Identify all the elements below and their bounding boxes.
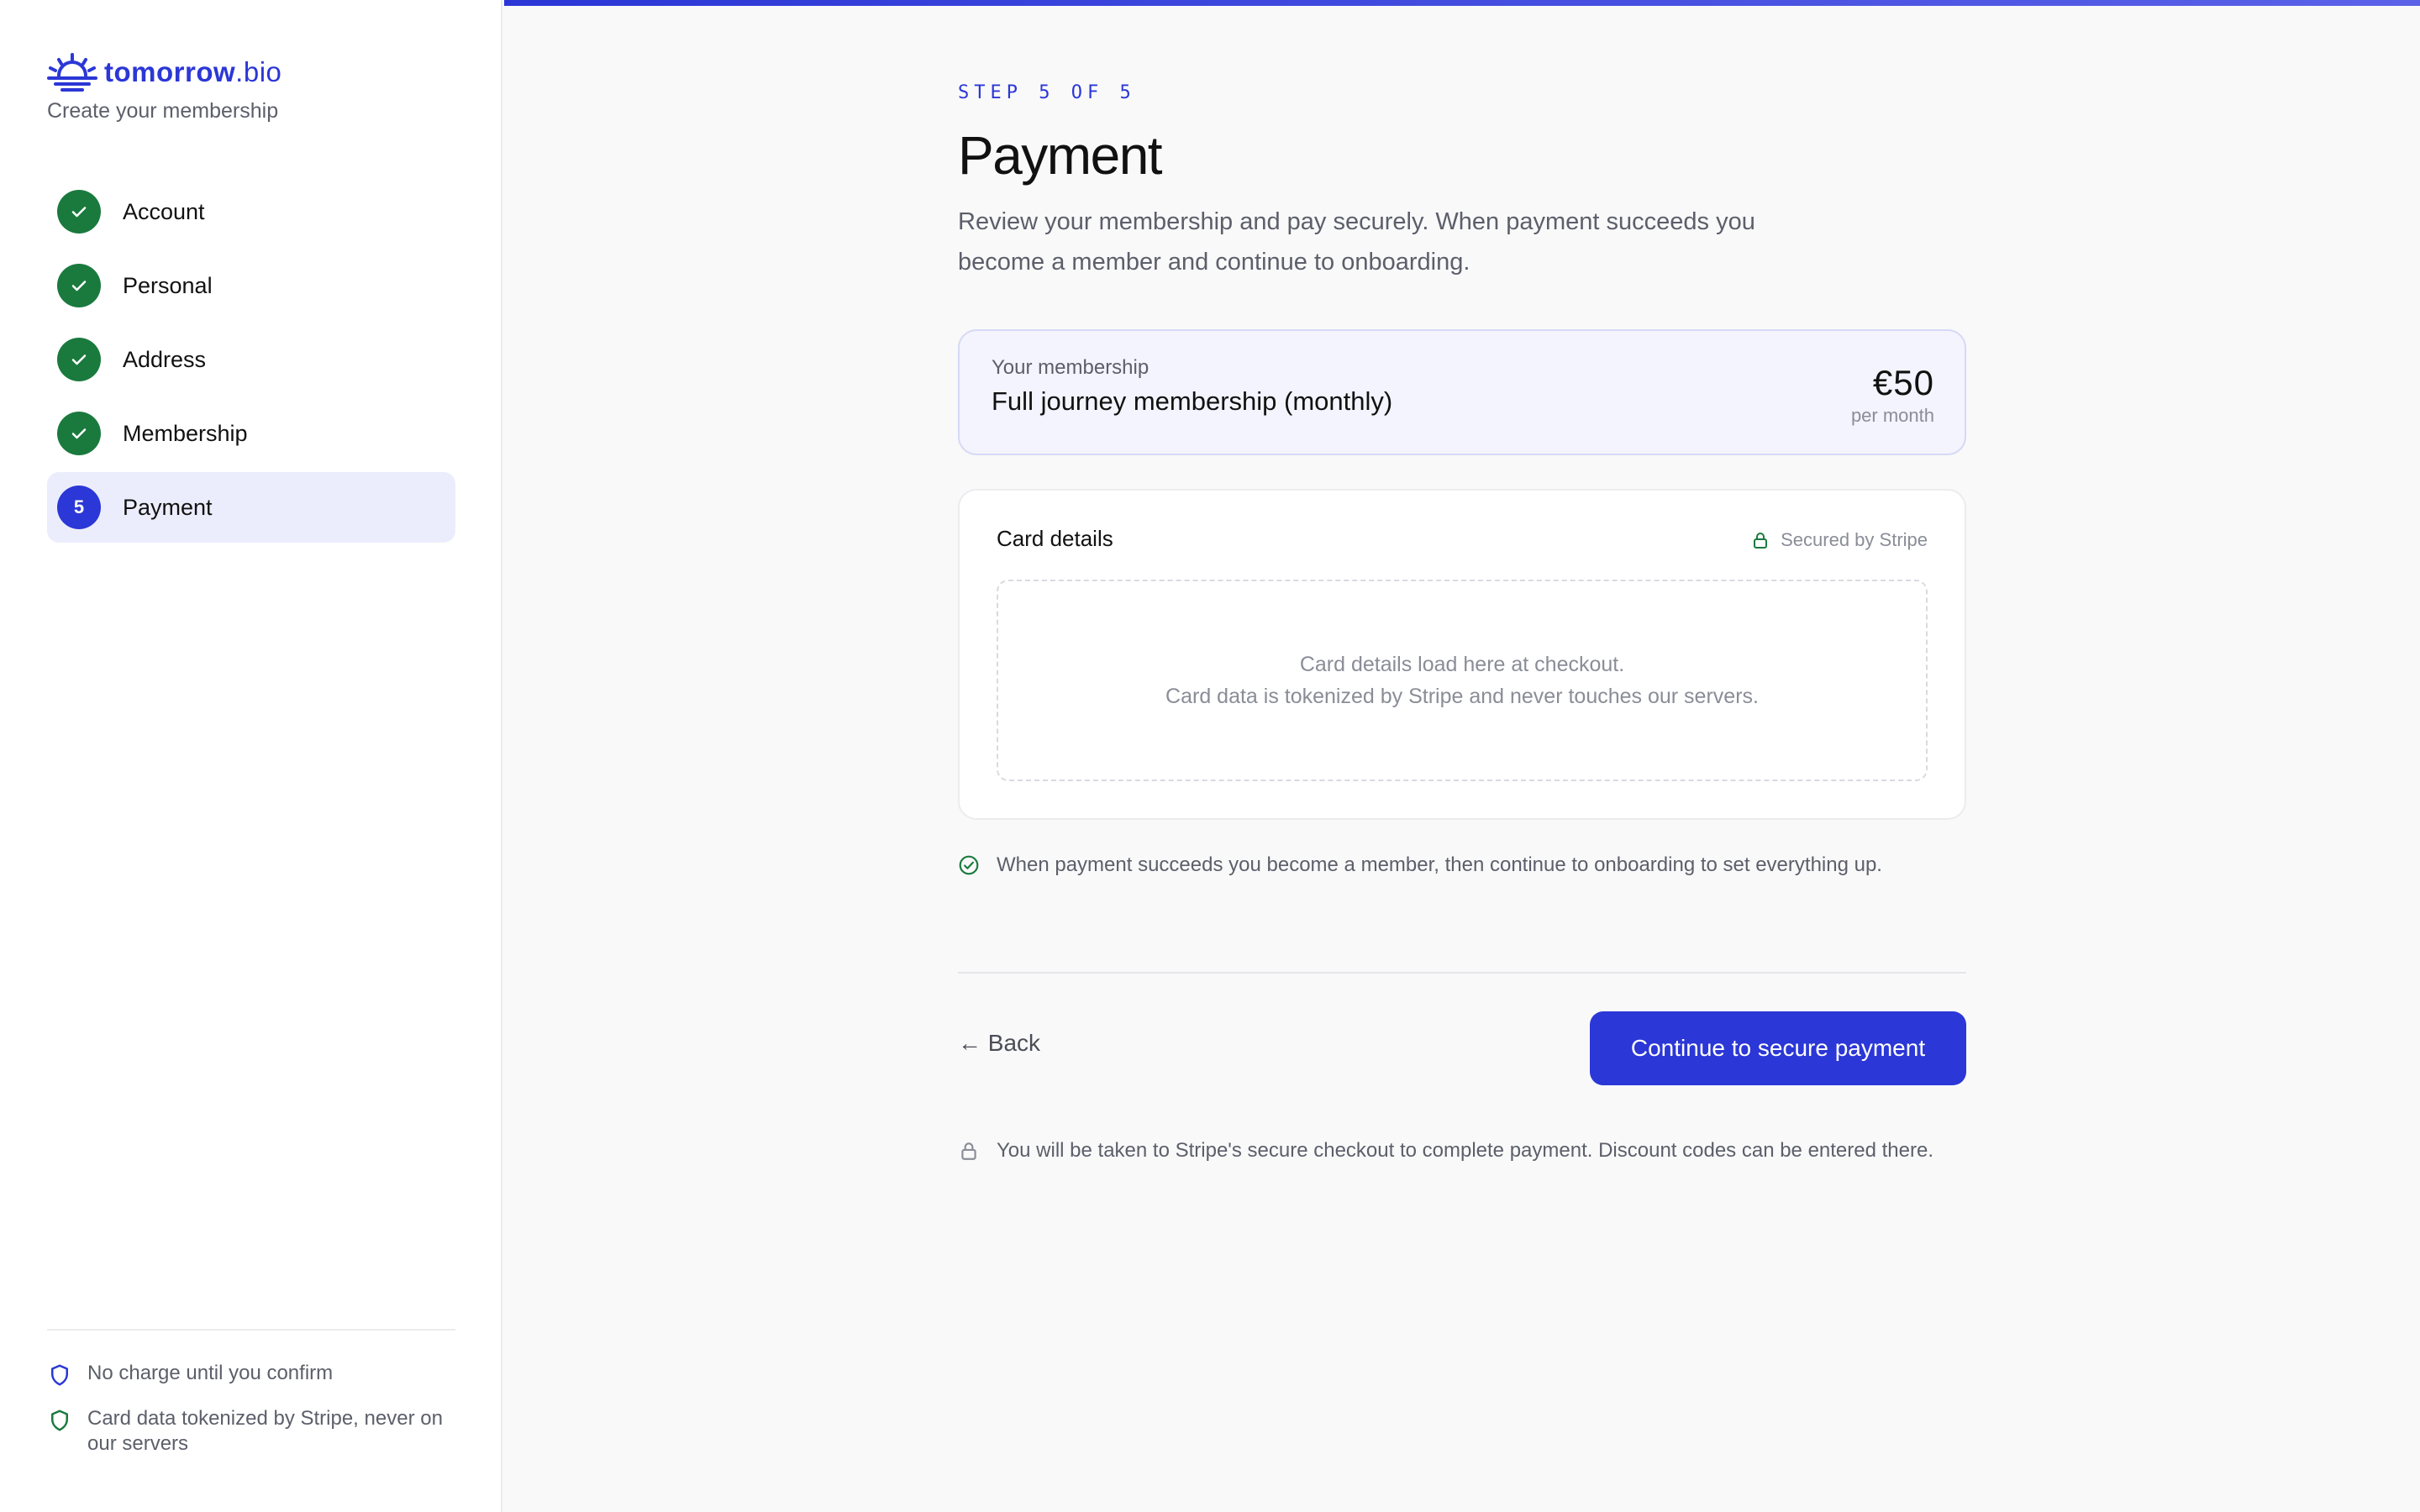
membership-label: Your membership — [992, 356, 1150, 379]
card-details-title: Card details — [997, 526, 1113, 551]
step-account[interactable]: Account — [47, 176, 455, 247]
card-placeholder-line: Card details load here at checkout. — [1299, 653, 1625, 676]
check-circle-icon — [959, 855, 979, 875]
step-address[interactable]: Address — [47, 324, 455, 395]
sidebar-divider — [47, 1329, 455, 1331]
card-details-panel: Card details Secured by Stripe Card deta… — [958, 489, 1966, 820]
step-label: Account — [123, 198, 205, 224]
trust-text: No charge until you confirm — [87, 1362, 334, 1384]
step-payment[interactable]: 5 Payment — [47, 472, 455, 543]
checkout-note-text: You will be taken to Stripe's secure che… — [997, 1139, 1934, 1162]
step-kicker: STEP 5 OF 5 — [958, 82, 1136, 103]
progress-bar — [504, 0, 2420, 6]
step-label: Payment — [123, 494, 213, 520]
brand-name: tomorrow.bio — [104, 56, 282, 87]
brand-subtitle: Create your membership — [47, 99, 279, 123]
step-personal[interactable]: Personal — [47, 250, 455, 321]
actions-divider — [958, 972, 1966, 974]
checkout-note: You will be taken to Stripe's secure che… — [958, 1139, 1933, 1163]
card-element-placeholder[interactable]: Card details load here at checkout. Card… — [997, 580, 1928, 781]
card-placeholder-line: Card data is tokenized by Stripe and nev… — [1165, 685, 1759, 708]
brand-logo[interactable]: tomorrow.bio — [47, 52, 281, 92]
step-label: Address — [123, 346, 207, 372]
trust-text: Card data tokenized by Stripe, never on … — [87, 1407, 443, 1455]
sunrise-logo-icon — [47, 53, 97, 92]
page-title: Payment — [958, 125, 1163, 186]
lock-icon — [961, 1142, 976, 1160]
membership-plan: Full journey membership (monthly) — [992, 386, 1393, 416]
membership-price: €50 — [1872, 363, 1934, 402]
lock-icon — [1754, 533, 1768, 549]
trust-item: No charge until you confirm — [47, 1361, 455, 1388]
step-label: Membership — [123, 420, 248, 446]
step-list: Account Personal Address Membership 5 Pa… — [47, 176, 455, 546]
shield-icon — [51, 1364, 68, 1386]
app: tomorrow.bio Create your membership Acco… — [0, 0, 2420, 1512]
step-number: 5 — [57, 486, 101, 529]
check-icon — [57, 264, 101, 307]
secured-text: Secured by Stripe — [1781, 529, 1928, 550]
page-description: Review your membership and pay securely.… — [958, 208, 1755, 276]
step-membership[interactable]: Membership — [47, 398, 455, 469]
check-icon — [57, 412, 101, 455]
shield-icon — [51, 1410, 68, 1431]
step-label: Personal — [123, 272, 213, 298]
continue-button[interactable]: Continue to secure payment — [1590, 1011, 1966, 1085]
secured-badge: Secured by Stripe — [1750, 529, 1928, 551]
sidebar: tomorrow.bio Create your membership Acco… — [0, 0, 502, 1512]
membership-period: per month — [1850, 405, 1934, 426]
back-button[interactable]: ← Back — [958, 1030, 1040, 1057]
membership-summary: Your membership Full journey membership … — [958, 329, 1966, 455]
success-note-text: When payment succeeds you become a membe… — [997, 853, 1882, 876]
success-note: When payment succeeds you become a membe… — [958, 853, 1882, 877]
check-icon — [57, 338, 101, 381]
trust-item: Card data tokenized by Stripe, never on … — [47, 1406, 455, 1457]
check-icon — [57, 190, 101, 234]
